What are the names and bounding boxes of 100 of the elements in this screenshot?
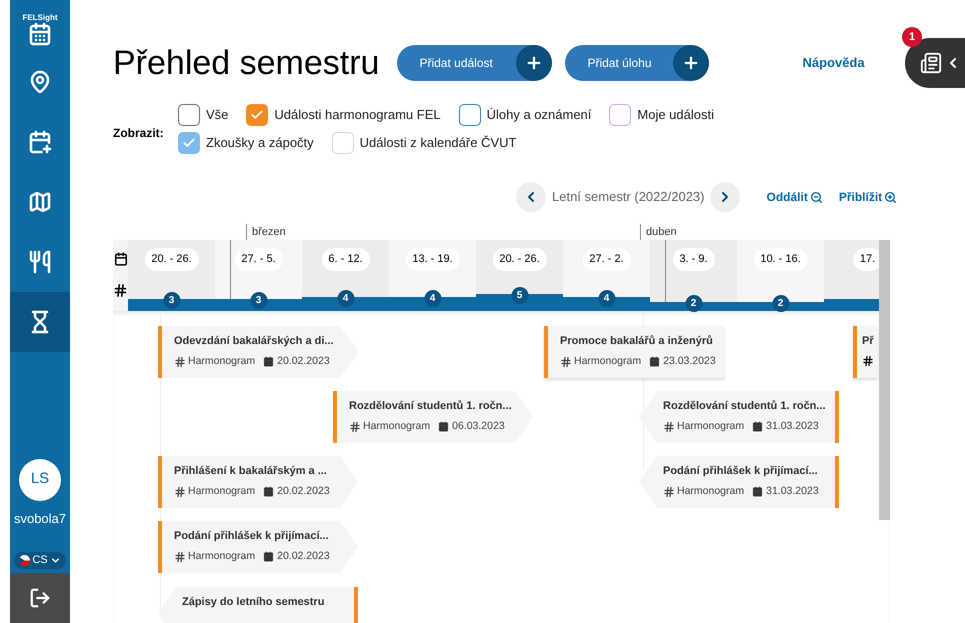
- event-title: Rozdělování studentů 1. ročn...: [663, 399, 826, 414]
- event-card[interactable]: Přihlášení k bakalářským a ... Harmonogram 20.02.2023: [158, 456, 358, 508]
- hash-icon: [174, 486, 186, 498]
- checkbox[interactable]: [178, 104, 200, 126]
- zoom-in-icon: [884, 190, 898, 204]
- plus-icon: [673, 45, 710, 81]
- event-title: Promoce bakalářů a inženýrů: [560, 334, 713, 349]
- zoom-in-button[interactable]: Přiblížit: [838, 188, 898, 206]
- hash-icon: [560, 356, 572, 368]
- filter-option[interactable]: Zkoušky a zápočty: [178, 132, 314, 154]
- calendar-icon: [28, 22, 52, 46]
- checkbox[interactable]: [609, 104, 632, 126]
- event-title: Odevzdání bakalářských a di...: [174, 334, 334, 349]
- event-card[interactable]: Promoce bakalářů a inženýrů Harmonogram 23.03.2023: [544, 326, 724, 378]
- event-title: Rozdělování studentů 1. ročn...: [349, 399, 512, 414]
- logout-icon: [29, 587, 51, 609]
- event-date: 31.03.2023: [766, 484, 819, 499]
- week-range: 20. - 26.: [492, 248, 547, 270]
- add-button[interactable]: Přidat událost: [397, 45, 552, 81]
- filter-label: Zobrazit:: [113, 125, 165, 142]
- logout-button[interactable]: [10, 573, 70, 623]
- notification-panel-tab[interactable]: [905, 38, 965, 88]
- fork-knife-icon: [28, 250, 52, 274]
- notification-badge: 1: [902, 27, 922, 47]
- help-link[interactable]: Nápověda: [802, 53, 865, 73]
- count-badge: 2: [685, 295, 702, 312]
- map-pin-icon: [28, 70, 52, 94]
- event-tag: Harmonogram: [574, 354, 642, 370]
- hash-icon: [174, 356, 186, 368]
- event-title: Zápisy do letního semestru: [182, 595, 324, 610]
- event-card[interactable]: Odevzdání bakalářských a di... Harmonogram 20.02.2023: [158, 326, 358, 378]
- event-tag: Harmonogram: [188, 484, 256, 500]
- checkbox[interactable]: [458, 104, 481, 126]
- event-title: Přihlášení k bakalářským a ...: [174, 464, 327, 479]
- filter-option[interactable]: Úlohy a oznámení: [458, 104, 592, 126]
- calendar-icon: [438, 421, 450, 432]
- hash-icon: [663, 486, 675, 498]
- event-card[interactable]: Rozdělování studentů 1. ročn... Harmonogram 06.03.2023: [333, 391, 533, 443]
- count-badge: 3: [250, 292, 267, 309]
- add-button[interactable]: Přidat úlohu: [565, 45, 710, 81]
- calendar-icon: [263, 356, 274, 368]
- event-card[interactable]: Podání přihlášek k přijímací... Harmonogram 20.02.2023: [158, 521, 358, 573]
- check-icon: [182, 136, 196, 150]
- event-title: Podání přihlášek k přijímací...: [663, 464, 818, 479]
- calendar-icon: [752, 421, 764, 432]
- zoom-out-button[interactable]: Oddálit: [766, 188, 823, 206]
- hash-icon: [349, 420, 361, 433]
- count-badge: 4: [598, 290, 615, 307]
- calendar-icon: [752, 486, 764, 498]
- event-card[interactable]: Zápisy do letního semestru: [158, 587, 358, 623]
- event-tag: Harmonogram: [677, 484, 744, 500]
- event-card[interactable]: Podání přihlášek k přijímací... Harmonogram 31.03.2023: [639, 456, 839, 508]
- week-range: 3. - 9.: [672, 248, 715, 270]
- hash-icon: [663, 420, 675, 433]
- count-badge: 4: [337, 290, 354, 307]
- week-range: 27. - 2.: [582, 248, 631, 270]
- hash-icon: [113, 283, 128, 298]
- hash-icon: [862, 355, 874, 367]
- semester-label: Letní semestr (2022/2023): [552, 188, 704, 206]
- filter-option[interactable]: Moje události: [609, 104, 714, 126]
- event-title: Př: [862, 334, 874, 349]
- week-range: 20. - 26.: [144, 248, 199, 270]
- event-card[interactable]: Rozdělování studentů 1. ročn... Harmonogram 31.03.2023: [639, 391, 839, 443]
- event-date: 20.02.2023: [277, 549, 330, 564]
- brand-label: FELSight: [21, 14, 59, 22]
- newspaper-icon: [920, 52, 942, 74]
- flag-icon: [19, 555, 30, 566]
- event-tag: Harmonogram: [677, 419, 744, 435]
- filter-option[interactable]: Události harmonogramu FEL: [246, 104, 441, 126]
- next-button[interactable]: [710, 182, 740, 212]
- checkbox[interactable]: [178, 132, 200, 154]
- count-badge: 4: [424, 290, 441, 307]
- event-title: Podání přihlášek k přijímací...: [174, 529, 329, 544]
- event-date: 06.03.2023: [452, 419, 505, 434]
- event-card[interactable]: Př: [853, 326, 878, 378]
- calendar-icon: [263, 486, 274, 498]
- previous-button[interactable]: [516, 182, 546, 212]
- nav-item[interactable]: [10, 292, 70, 352]
- week-range: 6. - 12.: [321, 248, 370, 270]
- event-tag: Harmonogram: [363, 419, 430, 435]
- count-badge: 5: [511, 287, 528, 304]
- event-date: 20.02.2023: [277, 354, 330, 369]
- user-avatar[interactable]: LS: [19, 458, 61, 500]
- week-range: 27. - 5.: [234, 248, 283, 270]
- event-date: 31.03.2023: [766, 419, 819, 434]
- count-badge: 2: [772, 295, 789, 312]
- event-date: 20.02.2023: [277, 484, 330, 499]
- calendar-icon: [114, 252, 128, 266]
- scrollbar[interactable]: [879, 240, 890, 520]
- filter-option[interactable]: Vše: [178, 104, 228, 126]
- check-icon: [250, 108, 264, 122]
- calendar-icon: [649, 356, 660, 368]
- event-date: 23.03.2023: [663, 354, 716, 369]
- checkbox[interactable]: [246, 104, 268, 126]
- zoom-out-icon: [810, 190, 823, 204]
- week-range: 13. - 19.: [405, 248, 460, 270]
- username: svobola7: [12, 510, 68, 528]
- language-selector[interactable]: CS: [14, 552, 66, 569]
- filter-option[interactable]: Události z kalendáře ČVUT: [332, 132, 516, 154]
- hash-icon: [174, 550, 186, 563]
